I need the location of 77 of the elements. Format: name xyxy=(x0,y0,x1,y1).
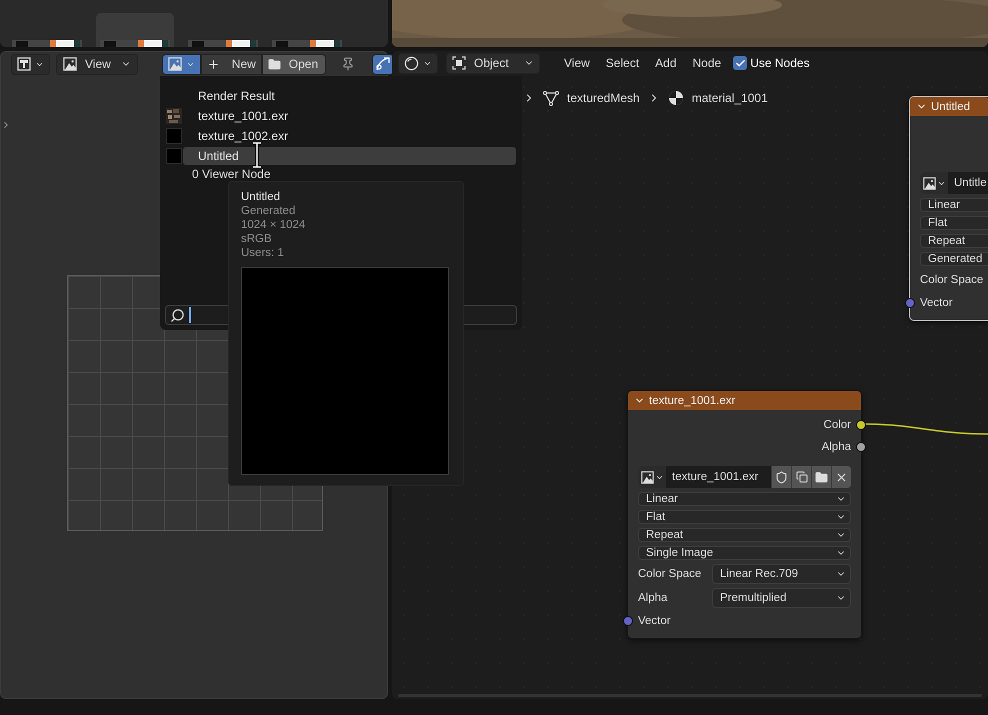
pin-icon xyxy=(340,57,355,71)
menu-footer: 0 Viewer Node xyxy=(192,167,516,181)
menu-item[interactable]: texture_1001.exr xyxy=(183,107,516,125)
view-menu[interactable]: View xyxy=(56,54,138,74)
material-icon xyxy=(668,90,684,106)
image-icon xyxy=(168,57,182,71)
shield-icon xyxy=(775,470,788,484)
tooltip-title: Untitled xyxy=(241,190,281,204)
gizmo-icon xyxy=(374,56,391,72)
dropdown[interactable]: Repeat xyxy=(920,234,988,248)
close-icon xyxy=(835,470,848,484)
check-icon xyxy=(734,58,746,68)
dropdown[interactable]: Linear Rec.709 xyxy=(712,564,851,584)
menu-item[interactable]: Select xyxy=(602,56,644,70)
dropdown[interactable]: Single Image xyxy=(638,546,851,560)
output-socket[interactable] xyxy=(856,420,866,430)
dropdown[interactable]: Premultiplied xyxy=(712,588,851,608)
image-browse-button[interactable] xyxy=(920,172,948,194)
socket-label: Vector xyxy=(638,615,671,627)
plus-icon xyxy=(206,58,220,70)
new-image-button[interactable]: New xyxy=(200,54,262,74)
image-browse-button[interactable] xyxy=(638,466,666,488)
image-thumbnail xyxy=(166,148,182,164)
image-browse-button[interactable] xyxy=(162,54,201,74)
folder-icon xyxy=(815,470,828,484)
image-thumbnail xyxy=(166,128,182,144)
tooltip-line: Users: 1 xyxy=(241,246,285,260)
breadcrumb-item[interactable]: material_1001 xyxy=(692,91,768,105)
dropdown[interactable]: Flat xyxy=(920,216,988,230)
file-tile[interactable] xyxy=(96,13,174,47)
menu-item[interactable]: Untitled xyxy=(183,147,516,165)
shading-button[interactable] xyxy=(398,52,438,74)
dropdown[interactable]: Linear xyxy=(638,492,851,506)
input-socket[interactable] xyxy=(905,298,915,308)
dropdown[interactable]: Repeat xyxy=(638,528,851,542)
tooltip-line: sRGB xyxy=(241,232,273,246)
node-title: texture_1001.exr xyxy=(649,394,736,406)
menu-item[interactable]: Node xyxy=(688,56,726,70)
image-icon xyxy=(640,470,654,484)
tooltip-line: 1024 × 1024 xyxy=(241,218,306,232)
unlink-button[interactable] xyxy=(831,466,851,488)
property-label: Color Space xyxy=(920,274,984,286)
image-name-field[interactable]: Untitle xyxy=(948,172,988,194)
open-image-button[interactable]: Open xyxy=(262,54,326,74)
object-icon xyxy=(452,56,466,70)
copy-icon xyxy=(796,471,808,483)
search-icon xyxy=(170,308,185,322)
text-cursor-icon xyxy=(252,142,262,168)
menu-item[interactable]: texture_1002.exr xyxy=(183,127,516,145)
image-icon xyxy=(922,176,936,190)
menu-item[interactable]: Render Result xyxy=(183,87,516,105)
dropdown[interactable]: Generated xyxy=(920,252,988,266)
editor-type-button[interactable] xyxy=(11,54,50,74)
breadcrumb-item[interactable]: texturedMesh xyxy=(567,91,640,105)
menu-item[interactable]: Add xyxy=(651,56,681,70)
menu-item[interactable]: View xyxy=(560,56,594,70)
output-socket[interactable] xyxy=(856,442,866,452)
socket-label: Color xyxy=(824,419,851,431)
dropdown[interactable]: Linear xyxy=(920,198,988,212)
use-nodes-checkbox[interactable] xyxy=(733,56,748,70)
mesh-icon xyxy=(543,90,559,106)
image-name-field[interactable]: texture_1001.exr xyxy=(666,466,771,488)
editor-type-icon xyxy=(17,57,31,71)
dropdown[interactable]: Flat xyxy=(638,510,851,524)
mode-dropdown[interactable]: Object xyxy=(446,52,540,74)
socket-label: Vector xyxy=(920,297,953,309)
folder-icon xyxy=(268,58,281,70)
checkbox-label: Use Nodes xyxy=(750,56,810,70)
gizmo-toggle[interactable] xyxy=(372,54,394,74)
image-icon xyxy=(63,57,77,71)
socket-label: Alpha xyxy=(822,441,851,453)
property-label: Alpha xyxy=(638,592,668,604)
node-title: Untitled xyxy=(931,100,970,112)
property-label: Color Space xyxy=(638,568,702,580)
tooltip-line: Generated xyxy=(241,204,296,218)
input-socket[interactable] xyxy=(623,616,633,626)
sphere-icon xyxy=(404,56,419,70)
